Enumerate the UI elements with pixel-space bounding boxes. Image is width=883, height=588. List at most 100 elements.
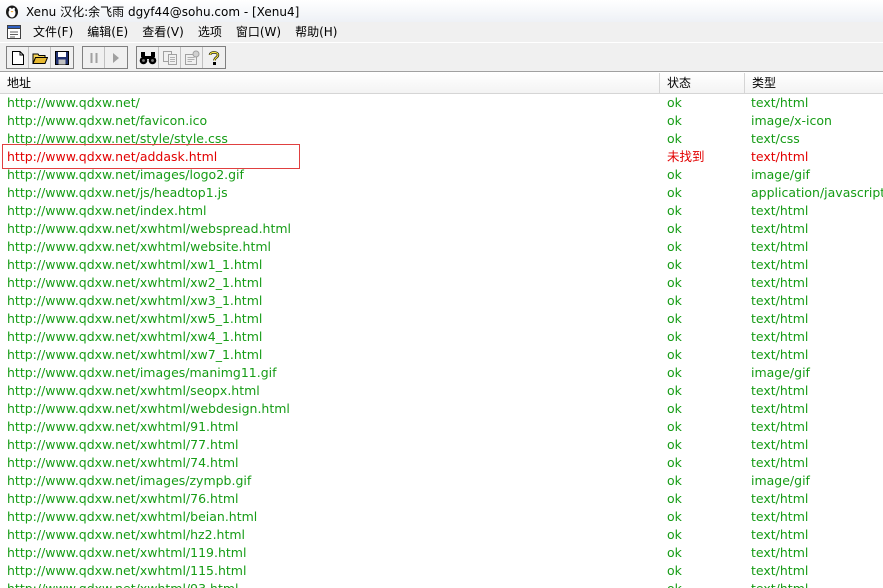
column-header-type[interactable]: 类型 (745, 73, 883, 93)
cell-url: http://www.qdxw.net/xwhtml/xw1_1.html (7, 257, 263, 272)
table-row[interactable]: http://www.qdxw.net/xwhtml/seopx.html ok t… (0, 382, 883, 400)
cell-url: http://www.qdxw.net/xwhtml/115.html (7, 563, 247, 578)
menu-window[interactable]: 窗口(W) (229, 22, 288, 42)
pause-button[interactable] (83, 47, 105, 68)
cell-type: text/html (751, 545, 809, 560)
table-row[interactable]: http://www.qdxw.net/xwhtml/77.html ok text… (0, 436, 883, 454)
list-header: 地址 状态 类型 (0, 73, 883, 94)
toolbar-tools-group (136, 46, 226, 69)
copy-button[interactable] (159, 47, 181, 68)
new-file-button[interactable] (7, 47, 29, 68)
cell-type: text/html (751, 311, 809, 326)
save-button[interactable] (51, 47, 73, 68)
table-row[interactable]: http://www.qdxw.net/xwhtml/xw2_1.html ok t… (0, 274, 883, 292)
copy-icon (162, 50, 178, 66)
cell-type: text/html (751, 401, 809, 416)
cell-status: ok (667, 563, 682, 578)
cell-status: ok (667, 455, 682, 470)
cell-type: text/html (751, 419, 809, 434)
cell-status: ok (667, 329, 682, 344)
menu-edit[interactable]: 编辑(E) (80, 22, 135, 42)
table-row[interactable]: http://www.qdxw.net/images/manimg11.gif o… (0, 364, 883, 382)
table-row[interactable]: http://www.qdxw.net/xwhtml/xw5_1.html ok t… (0, 310, 883, 328)
cell-url: http://www.qdxw.net/style/style.css (7, 131, 228, 146)
cell-url: http://www.qdxw.net/xwhtml/74.html (7, 455, 239, 470)
cell-url: http://www.qdxw.net/xwhtml/webdesign.htm… (7, 401, 290, 416)
pause-icon (89, 52, 99, 64)
cell-url: http://www.qdxw.net/xwhtml/93.html (7, 580, 657, 588)
cell-url: http://www.qdxw.net/xwhtml/91.html (7, 419, 239, 434)
cell-status: ok (667, 401, 682, 416)
cell-status: ok (667, 383, 682, 398)
save-disk-icon (55, 50, 69, 65)
properties-button[interactable] (181, 47, 203, 68)
help-question-icon (207, 50, 221, 66)
menu-view[interactable]: 查看(V) (135, 22, 191, 42)
cell-type: text/html (751, 257, 809, 272)
results-list[interactable]: 地址 状态 类型 http://www.qdxw.net/ok text/html… (0, 73, 883, 588)
table-row[interactable]: http://www.qdxw.net/xwhtml/119.html ok tex… (0, 544, 883, 562)
cell-url: http://www.qdxw.net/images/manimg11.gif (7, 365, 277, 380)
menu-options[interactable]: 选项 (191, 22, 229, 42)
cell-type: text/html (751, 275, 809, 290)
menu-help[interactable]: 帮助(H) (288, 22, 344, 42)
toolbar (0, 42, 883, 72)
table-row[interactable]: http://www.qdxw.net/xwhtml/74.html ok text… (0, 454, 883, 472)
table-row[interactable]: http://www.qdxw.net/xwhtml/xw1_1.html ok t… (0, 256, 883, 274)
cell-url: http://www.qdxw.net/ (7, 95, 140, 110)
cell-type: text/html (751, 580, 883, 588)
table-row[interactable]: http://www.qdxw.net/xwhtml/xw3_1.html ok t… (0, 292, 883, 310)
table-row[interactable]: http://www.qdxw.net/favicon.ico ok image/x… (0, 112, 883, 130)
table-row[interactable]: http://www.qdxw.net/index.html ok text/htm… (0, 202, 883, 220)
cell-url: http://www.qdxw.net/xwhtml/76.html (7, 491, 239, 506)
binoculars-find-icon (139, 51, 157, 65)
column-header-status[interactable]: 状态 (660, 73, 745, 93)
cell-url: http://www.qdxw.net/xwhtml/xw5_1.html (7, 311, 263, 326)
table-row[interactable]: http://www.qdxw.net/xwhtml/91.html ok text… (0, 418, 883, 436)
window-title: Xenu 汉化:余飞雨 dgyf44@sohu.com - [Xenu4] (26, 4, 300, 19)
cell-url: http://www.qdxw.net/xwhtml/xw4_1.html (7, 329, 263, 344)
cell-type: text/html (751, 293, 809, 308)
table-row[interactable]: http://www.qdxw.net/xwhtml/115.html ok tex… (0, 562, 883, 580)
table-row[interactable]: http://www.qdxw.net/js/headtop1.js ok appl… (0, 184, 883, 202)
table-row[interactable]: http://www.qdxw.net/ok text/html (0, 94, 883, 112)
table-row[interactable]: http://www.qdxw.net/addask.html 未找到 text/h… (0, 148, 883, 166)
document-window-icon[interactable] (6, 24, 22, 40)
column-header-url[interactable]: 地址 (0, 73, 660, 93)
table-row[interactable]: http://www.qdxw.net/xwhtml/xw7_1.html ok t… (0, 346, 883, 364)
table-row[interactable]: http://www.qdxw.net/style/style.css ok tex… (0, 130, 883, 148)
menu-file[interactable]: 文件(F) (26, 22, 80, 42)
table-row[interactable]: http://www.qdxw.net/xwhtml/webspread.htm… (0, 220, 883, 238)
cell-url: http://www.qdxw.net/xwhtml/seopx.html (7, 383, 260, 398)
cell-url: http://www.qdxw.net/addask.html (7, 149, 218, 164)
cell-status: ok (667, 473, 682, 488)
table-row[interactable]: http://www.qdxw.net/xwhtml/website.html o… (0, 238, 883, 256)
cell-type: application/javascript (751, 185, 883, 200)
cell-type: text/html (751, 527, 809, 542)
table-row[interactable]: http://www.qdxw.net/images/logo2.gif ok im… (0, 166, 883, 184)
table-row[interactable]: http://www.qdxw.net/xwhtml/xw4_1.html ok t… (0, 328, 883, 346)
open-button[interactable] (29, 47, 51, 68)
toolbar-file-group (6, 46, 74, 69)
table-row[interactable]: http://www.qdxw.net/images/zympb.gif ok im… (0, 472, 883, 490)
cell-type: image/gif (751, 167, 810, 182)
table-row[interactable]: http://www.qdxw.net/xwhtml/93.html oktext… (0, 580, 883, 588)
cell-type: text/html (751, 203, 809, 218)
cell-url: http://www.qdxw.net/js/headtop1.js (7, 185, 228, 200)
table-row[interactable]: http://www.qdxw.net/xwhtml/beian.html ok t… (0, 508, 883, 526)
find-button[interactable] (137, 47, 159, 68)
cell-status: 未找到 (667, 149, 705, 164)
play-button[interactable] (105, 47, 127, 68)
cell-url: http://www.qdxw.net/xwhtml/beian.html (7, 509, 258, 524)
table-row[interactable]: http://www.qdxw.net/xwhtml/76.html ok text… (0, 490, 883, 508)
cell-status: ok (667, 580, 745, 588)
cell-type: image/x-icon (751, 113, 832, 128)
help-button[interactable] (203, 47, 225, 68)
table-row[interactable]: http://www.qdxw.net/xwhtml/hz2.html ok tex… (0, 526, 883, 544)
toolbar-run-group (82, 46, 128, 69)
cell-url: http://www.qdxw.net/favicon.ico (7, 113, 208, 128)
title-bar[interactable]: Xenu 汉化:余飞雨 dgyf44@sohu.com - [Xenu4] (0, 0, 883, 22)
cell-status: ok (667, 491, 682, 506)
list-rows: http://www.qdxw.net/ok text/html http://ww… (0, 94, 883, 588)
table-row[interactable]: http://www.qdxw.net/xwhtml/webdesign.htm… (0, 400, 883, 418)
